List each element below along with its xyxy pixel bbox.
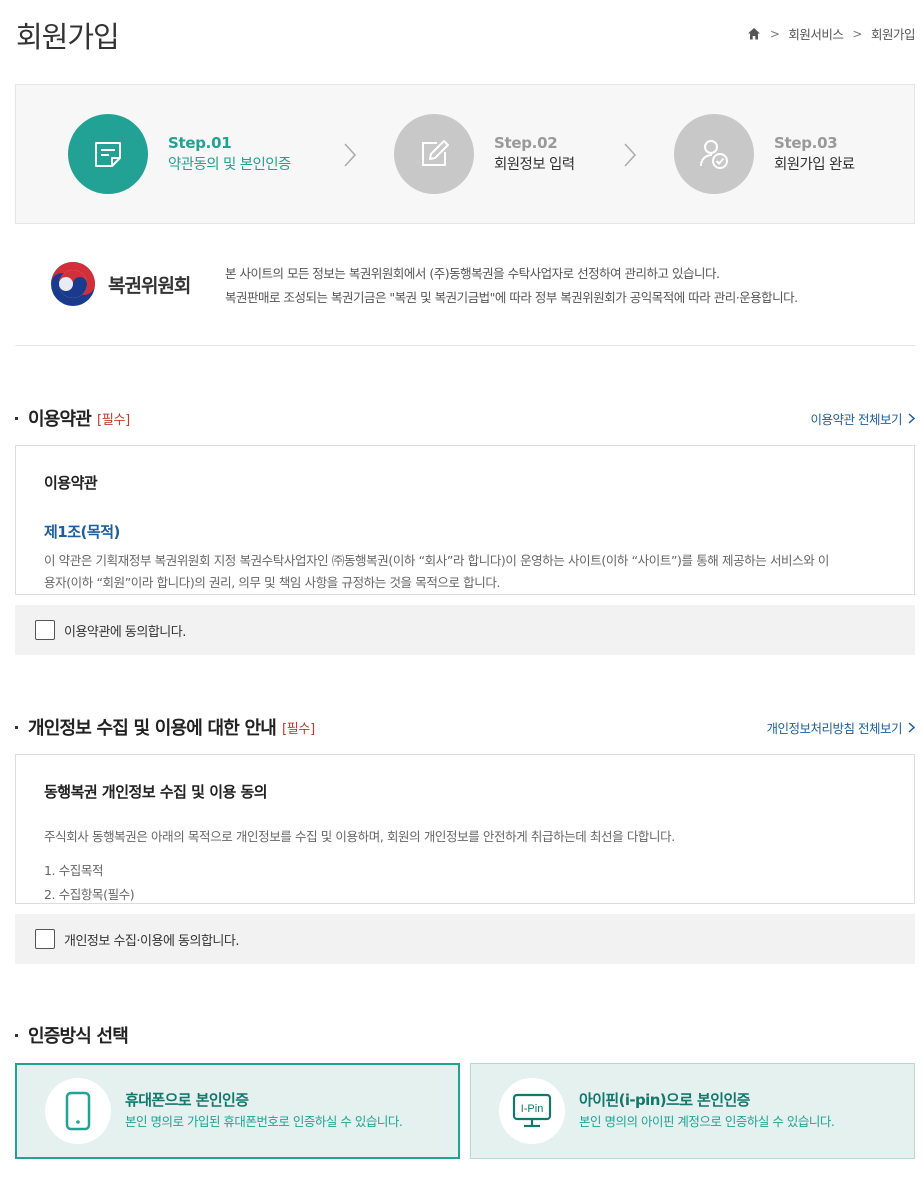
auth-title: 휴대폰으로 본인인증 (125, 1091, 249, 1109)
article-body-line: 용자(이하 “회원”이라 합니다)의 권리, 의무 및 책임 사항을 규정하는 … (44, 575, 501, 590)
chevron-right-icon (908, 722, 915, 733)
chevron-right-icon (908, 413, 915, 424)
step-circle (674, 114, 754, 194)
step-1: Step.01 약관동의 및 본인인증 (68, 114, 291, 194)
bullet (15, 416, 18, 420)
terms-content-box[interactable]: 이용약관 제1조(목적) 이 약관은 기획재정부 복권위원회 지정 복권수탁사업… (15, 445, 915, 595)
privacy-agree-checkbox[interactable] (35, 929, 55, 949)
privacy-section-title: 개인정보 수집 및 이용에 대한 안내 [필수] (15, 714, 315, 740)
step-label: 회원정보 입력 (494, 157, 575, 173)
terms-agree-checkbox[interactable] (35, 620, 55, 640)
home-icon[interactable] (747, 27, 761, 41)
section-title-text: 이용약관 (28, 409, 92, 430)
privacy-item: 2. 수집항목(필수) (44, 887, 135, 902)
step-indicator: Step.01 약관동의 및 본인인증 Step.02 회원정보 입력 Step… (15, 84, 915, 224)
document-icon (95, 142, 121, 167)
required-badge: [필수] (281, 721, 315, 737)
chevron-right-icon (624, 143, 637, 167)
chevron-right-icon: > (852, 26, 862, 41)
chevron-right-icon: > (769, 26, 780, 41)
phone-auth-button[interactable]: 휴대폰으로 본인인증 본인 명의로 가입된 휴대폰번호로 인증하실 수 있습니다… (15, 1063, 460, 1159)
privacy-view-all-link[interactable]: 개인정보처리방침 전체보기 (767, 718, 915, 737)
ipin-auth-button[interactable]: I-Pin 아이핀(i-pin)으로 본인인증 본인 명의의 아이핀 계정으로 … (470, 1063, 915, 1159)
auth-section-title: 인증방식 선택 (15, 1022, 129, 1048)
article-body-line: 이 약관은 기획재정부 복권위원회 지정 복권수탁사업자인 ㈜동행복권(이하 “… (44, 553, 830, 568)
auth-desc: 본인 명의의 아이핀 계정으로 인증하실 수 있습니다. (579, 1114, 835, 1129)
step-3: Step.03 회원가입 완료 (674, 114, 855, 194)
step-number: Step.02 (494, 134, 558, 152)
link-text: 개인정보처리방침 전체보기 (766, 721, 903, 736)
notice-text: 본 사이트의 모든 정보는 복권위원회에서 (주)동행복권을 수탁사업자로 선정… (225, 262, 798, 310)
privacy-heading: 동행복권 개인정보 수집 및 이용 동의 (44, 783, 268, 801)
terms-view-all-link[interactable]: 이용약관 전체보기 (811, 409, 915, 428)
breadcrumb-item[interactable]: 회원서비스 (788, 24, 844, 43)
step-number: Step.01 (168, 134, 232, 152)
auth-desc: 본인 명의로 가입된 휴대폰번호로 인증하실 수 있습니다. (125, 1114, 403, 1129)
bullet (15, 1033, 18, 1037)
privacy-agree-row[interactable]: 개인정보 수집·이용에 동의합니다. (15, 914, 915, 964)
step-number: Step.03 (774, 134, 838, 152)
article-body: 이 약관은 기획재정부 복권위원회 지정 복권수탁사업자인 ㈜동행복권(이하 “… (44, 550, 886, 594)
lottery-commission-logo: 복권위원회 (50, 261, 191, 307)
breadcrumb: > 회원서비스 > 회원가입 (747, 24, 916, 43)
terms-section-title: 이용약관 [필수] (15, 405, 130, 431)
article-title: 제1조(목적) (44, 523, 120, 541)
ipin-monitor-icon: I-Pin (512, 1093, 552, 1128)
auth-title: 아이핀(i-pin)으로 본인인증 (579, 1091, 750, 1109)
notice-section: 복권위원회 본 사이트의 모든 정보는 복권위원회에서 (주)동행복권을 수탁사… (15, 224, 915, 346)
section-title-text: 개인정보 수집 및 이용에 대한 안내 (28, 718, 277, 739)
breadcrumb-item-current: 회원가입 (870, 27, 916, 42)
page-title: 회원가입 (16, 20, 120, 54)
terms-heading: 이용약관 (44, 474, 98, 492)
privacy-agree-label[interactable]: 개인정보 수집·이용에 동의합니다. (64, 930, 239, 949)
section-title-text: 인증방식 선택 (28, 1026, 129, 1047)
mobile-phone-icon (65, 1091, 91, 1131)
logo-text: 복권위원회 (108, 274, 191, 297)
taegeuk-logo-icon (51, 262, 95, 306)
step-2: Step.02 회원정보 입력 (394, 114, 575, 194)
notice-line: 복권판매로 조성되는 복권기금은 "복권 및 복권기금법"에 따라 정부 복권위… (225, 290, 798, 305)
link-text: 이용약관 전체보기 (810, 412, 903, 427)
ipin-icon-text: I-Pin (521, 1103, 544, 1115)
required-badge: [필수] (97, 412, 130, 428)
notice-line: 본 사이트의 모든 정보는 복권위원회에서 (주)동행복권을 수탁사업자로 선정… (225, 266, 720, 281)
chevron-right-icon (344, 143, 357, 167)
bullet (15, 725, 18, 729)
edit-icon (422, 140, 449, 166)
privacy-intro: 주식회사 동행복권은 아래의 목적으로 개인정보를 수집 및 이용하며, 회원의… (44, 829, 675, 844)
auth-icon-circle: I-Pin (499, 1078, 565, 1144)
step-label: 회원가입 완료 (774, 157, 855, 173)
terms-agree-row[interactable]: 이용약관에 동의합니다. (15, 605, 915, 655)
user-check-icon (700, 140, 728, 169)
auth-icon-circle (45, 1078, 111, 1144)
step-label: 약관동의 및 본인인증 (168, 157, 291, 173)
privacy-content-box[interactable]: 동행복권 개인정보 수집 및 이용 동의 주식회사 동행복권은 아래의 목적으로… (15, 754, 915, 904)
step-circle (394, 114, 474, 194)
terms-agree-label[interactable]: 이용약관에 동의합니다. (64, 621, 186, 640)
privacy-item: 1. 수집목적 (44, 863, 104, 878)
step-circle (68, 114, 148, 194)
